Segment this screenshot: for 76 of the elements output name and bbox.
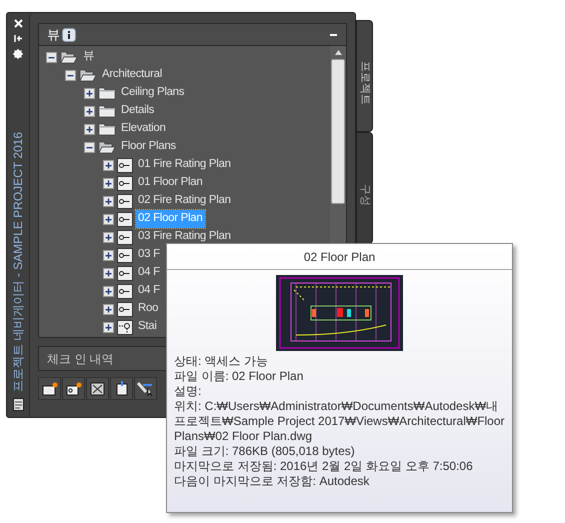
open-folder-icon	[60, 50, 78, 64]
view-icon	[117, 248, 133, 262]
tooltip-line: 마지막으로 저장됨: 2016년 2월 2일 화요일 오후 7:50:06	[174, 459, 474, 474]
close-icon[interactable]	[14, 19, 22, 28]
window-title: 프로젝트 네비게이터 - SAMPLE PROJECT 2016	[10, 132, 26, 392]
tree-item[interactable]: Roo	[136, 300, 160, 318]
view-icon	[117, 266, 133, 280]
expand-icon[interactable]	[103, 160, 114, 170]
tooltip-title: 02 Floor Plan	[167, 244, 512, 270]
new-folder-icon	[42, 382, 58, 396]
expand-icon[interactable]	[84, 124, 95, 134]
side-tab[interactable]: 구성	[356, 132, 373, 244]
tree-item[interactable]: 뷰	[81, 48, 97, 66]
view-icon	[117, 212, 133, 226]
tree-item[interactable]: Stai	[136, 318, 159, 336]
tree-item[interactable]: 04 F	[136, 282, 162, 300]
scroll-up-icon[interactable]	[334, 50, 342, 55]
document-icon[interactable]	[12, 398, 24, 411]
side-tab[interactable]: 프로젝트	[356, 20, 373, 132]
pen-cursor-icon	[137, 381, 154, 396]
folder-icon	[98, 86, 116, 100]
expand-icon[interactable]	[84, 106, 95, 116]
expand-icon[interactable]	[103, 286, 114, 296]
tree-item[interactable]: Details	[119, 102, 156, 120]
open-folder-icon	[79, 68, 97, 82]
expand-icon[interactable]	[103, 214, 114, 224]
tree-item[interactable]: 03 Fire Rating Plan	[136, 228, 233, 246]
expand-icon[interactable]	[103, 268, 114, 278]
tree-item[interactable]: Floor Plans	[119, 138, 178, 156]
view-icon	[117, 194, 133, 208]
tooltip-line: 파일 이름: 02 Floor Plan	[174, 369, 304, 384]
tooltip-line: 상태: 액세스 가능	[174, 354, 270, 369]
collapse-icon[interactable]	[65, 70, 76, 80]
expand-icon[interactable]	[103, 250, 114, 260]
view-icon	[117, 302, 133, 316]
view-icon	[117, 176, 133, 190]
sheet-button[interactable]	[110, 377, 133, 400]
collapse-icon[interactable]	[84, 142, 95, 152]
view-icon	[117, 158, 133, 172]
expand-icon[interactable]	[103, 196, 114, 206]
tooltip-line: 위치: C:₩Users₩Administrator₩Documents₩Autodesk₩내 프로젝트₩Sample Project 2017₩Views₩Architectural₩Floor Plans₩02 Floor Plan.dwg	[174, 399, 505, 444]
folder-icon	[98, 122, 116, 136]
tree-item[interactable]: Ceiling Plans	[119, 84, 186, 102]
panel-title: 뷰	[47, 26, 60, 44]
info-icon	[62, 28, 76, 42]
repath-button[interactable]	[134, 377, 157, 400]
tree-item[interactable]: Elevation	[119, 120, 168, 138]
sheet-icon	[116, 381, 128, 396]
tree-item[interactable]: 02 Fire Rating Plan	[136, 192, 233, 210]
expand-icon[interactable]	[84, 88, 95, 98]
tree-item[interactable]: 01 Fire Rating Plan	[136, 156, 233, 174]
settings-icon[interactable]	[13, 49, 23, 59]
new-view-icon	[66, 382, 82, 396]
tree-item[interactable]: 03 F	[136, 246, 162, 264]
tree-item[interactable]: 04 F	[136, 264, 162, 282]
tooltip-line: 파일 크기: 786KB (805,018 bytes)	[174, 444, 356, 459]
view-icon	[117, 230, 133, 244]
view-icon	[117, 284, 133, 298]
detail-view-icon	[117, 320, 133, 334]
pin-icon[interactable]	[14, 34, 22, 43]
tree-item[interactable]: Architectural	[100, 66, 164, 84]
new-view-button[interactable]	[62, 377, 85, 400]
tree-item[interactable]: 02 Floor Plan	[136, 210, 204, 228]
expand-icon[interactable]	[103, 304, 114, 314]
regenerate-button[interactable]	[86, 377, 109, 400]
new-folder-button[interactable]	[38, 377, 61, 400]
collapse-icon[interactable]	[46, 52, 57, 62]
folder-icon	[98, 104, 116, 118]
expand-icon[interactable]	[103, 178, 114, 188]
open-folder-icon	[98, 140, 116, 154]
tree-item[interactable]: 01 Floor Plan	[136, 174, 204, 192]
regenerate-icon	[90, 382, 105, 396]
tooltip-line: 다음이 마지막으로 저장함: Autodesk	[174, 474, 370, 489]
tooltip-line: 설명:	[174, 384, 202, 399]
expand-icon[interactable]	[103, 322, 114, 332]
expand-icon[interactable]	[103, 232, 114, 242]
